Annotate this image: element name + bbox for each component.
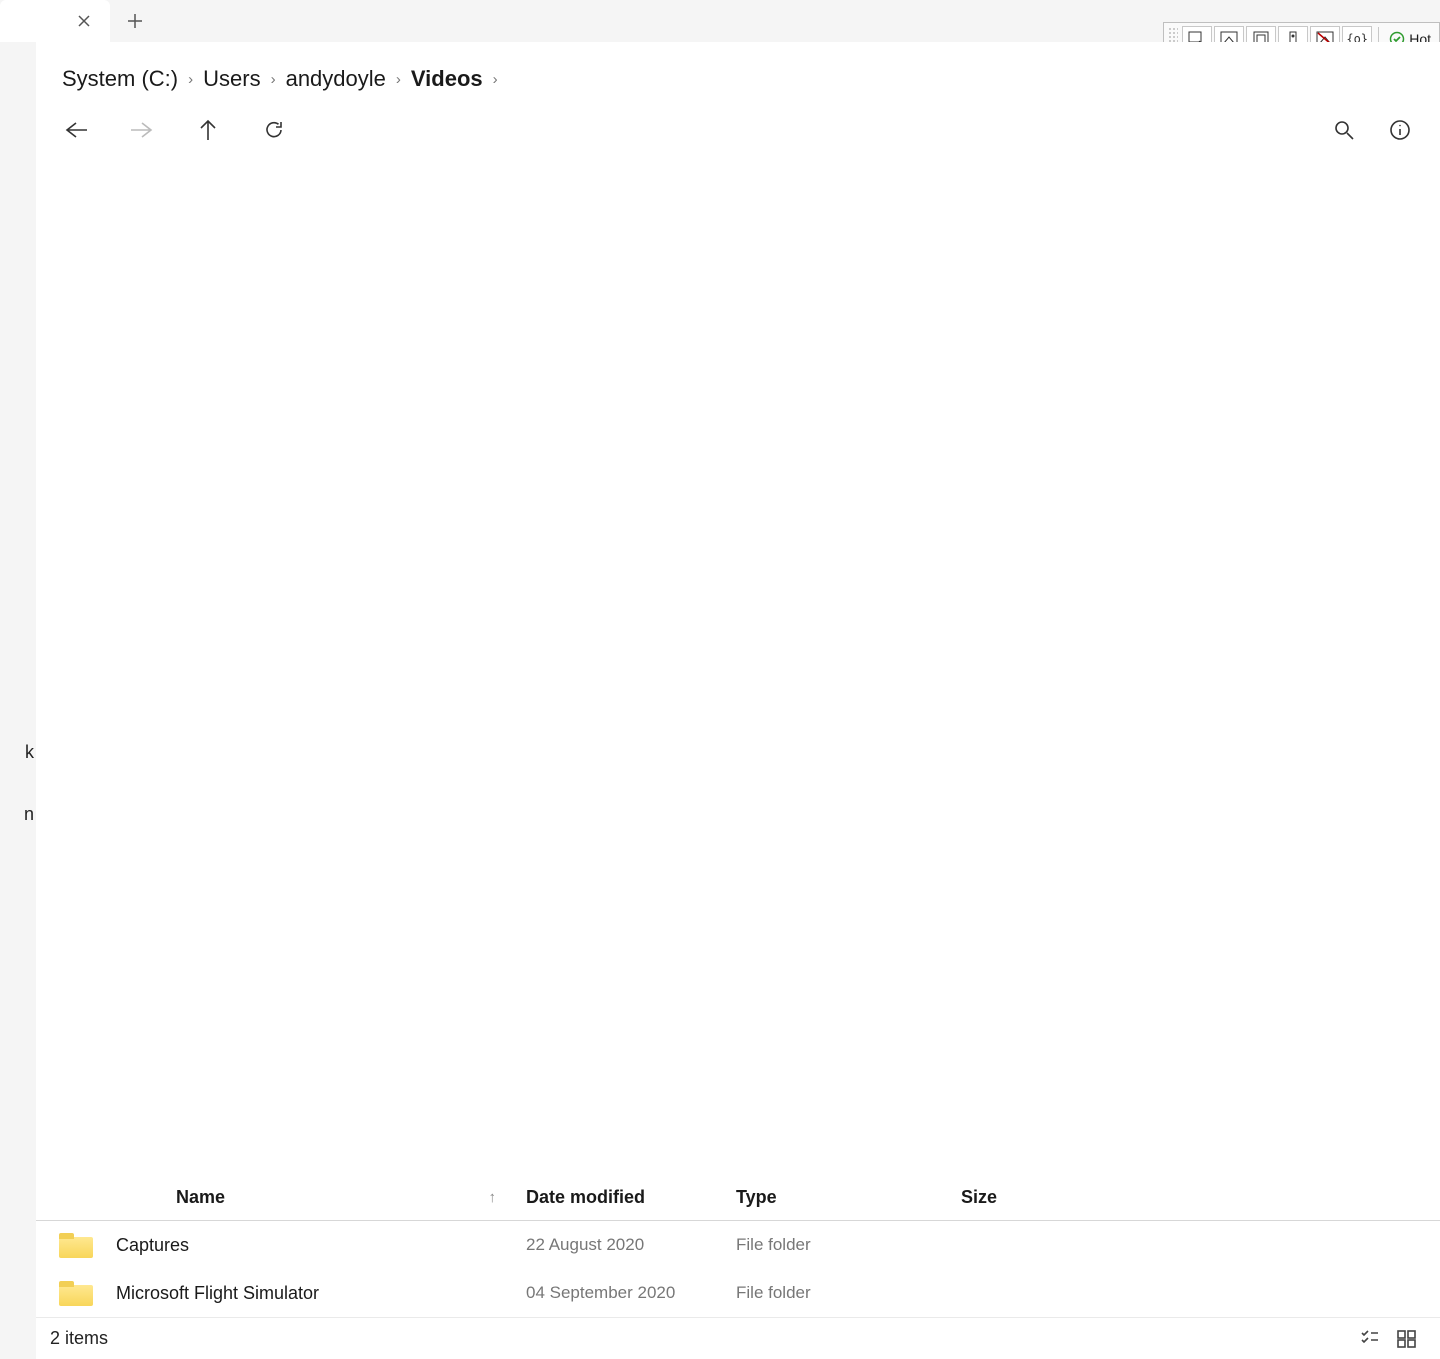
breadcrumb-seg-1[interactable]: Users [203, 66, 260, 92]
breadcrumb-seg-3[interactable]: Videos [411, 66, 483, 92]
item-count: 2 items [50, 1328, 108, 1349]
column-header-name[interactable]: Name ↑ [116, 1187, 526, 1208]
column-header-row: Name ↑ Date modified Type Size [36, 1177, 1440, 1221]
back-button[interactable] [54, 108, 98, 152]
chevron-right-icon: › [188, 71, 193, 88]
chevron-right-icon: › [396, 71, 401, 88]
new-tab-button[interactable] [110, 0, 160, 42]
sort-ascending-icon: ↑ [489, 1189, 497, 1206]
tab-current[interactable] [0, 0, 110, 42]
sidebar-item-fragment-1: k [25, 742, 34, 763]
search-button[interactable] [1322, 108, 1366, 152]
file-name: Captures [116, 1235, 526, 1256]
forward-button[interactable] [120, 108, 164, 152]
folder-icon [36, 1281, 116, 1306]
file-type: File folder [736, 1235, 961, 1255]
folder-icon [36, 1233, 116, 1258]
column-header-type[interactable]: Type [736, 1187, 961, 1208]
content-pane: System (C:) › Users › andydoyle › Videos… [36, 42, 1440, 1359]
refresh-button[interactable] [252, 108, 296, 152]
column-header-name-label: Name [176, 1187, 225, 1208]
column-header-date[interactable]: Date modified [526, 1187, 736, 1208]
view-tiles-button[interactable] [1388, 1324, 1426, 1354]
file-date: 04 September 2020 [526, 1283, 736, 1303]
chevron-right-icon: › [493, 71, 498, 88]
chevron-right-icon: › [271, 71, 276, 88]
table-row[interactable]: Captures 22 August 2020 File folder [36, 1221, 1440, 1269]
info-button[interactable] [1378, 108, 1422, 152]
file-type: File folder [736, 1283, 961, 1303]
navigation-sidebar-partial[interactable]: k n [0, 42, 36, 1359]
close-tab-button[interactable] [70, 7, 98, 35]
table-row[interactable]: Microsoft Flight Simulator 04 September … [36, 1269, 1440, 1317]
file-name: Microsoft Flight Simulator [116, 1283, 526, 1304]
breadcrumb: System (C:) › Users › andydoyle › Videos… [36, 42, 1440, 102]
file-list: Name ↑ Date modified Type Size Captures … [36, 1177, 1440, 1317]
status-bar: 2 items [36, 1317, 1440, 1359]
breadcrumb-seg-2[interactable]: andydoyle [286, 66, 386, 92]
file-date: 22 August 2020 [526, 1235, 736, 1255]
empty-content-area [36, 166, 1440, 1177]
up-button[interactable] [186, 108, 230, 152]
column-header-size[interactable]: Size [961, 1187, 1440, 1208]
view-details-button[interactable] [1350, 1324, 1388, 1354]
navigation-bar [36, 102, 1440, 166]
breadcrumb-seg-0[interactable]: System (C:) [62, 66, 178, 92]
sidebar-item-fragment-2: n [24, 804, 34, 825]
tab-strip: {o} Hot [0, 0, 1440, 42]
